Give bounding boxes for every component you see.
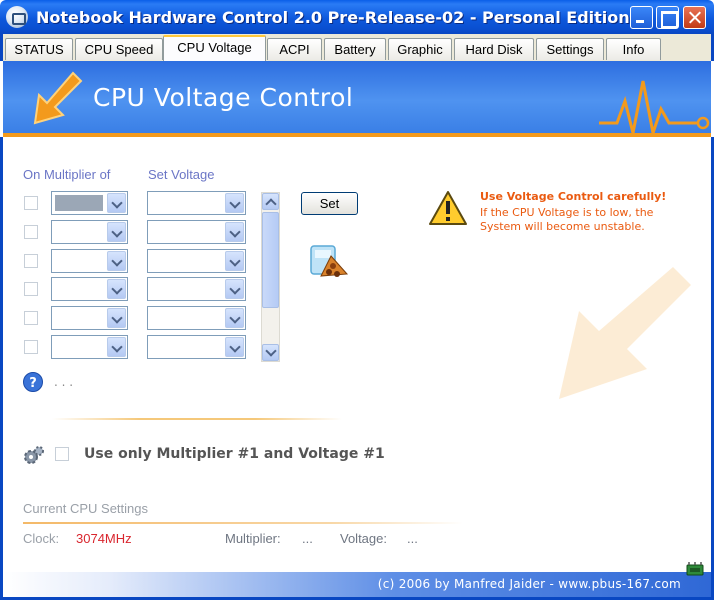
warning-triangle-icon [429, 191, 467, 225]
voltage-select[interactable] [147, 220, 246, 244]
voltage-select[interactable] [147, 306, 246, 330]
arrow-icon [33, 71, 83, 125]
close-button[interactable] [683, 6, 706, 29]
multiplier-label: Multiplier: [225, 531, 281, 546]
multiplier-header: On Multiplier of [23, 167, 111, 182]
tab-cpu-speed[interactable]: CPU Speed [75, 38, 163, 60]
voltage-select[interactable] [147, 191, 246, 215]
multiplier-select[interactable] [51, 335, 128, 359]
chevron-down-icon[interactable] [225, 308, 244, 328]
current-settings-divider [23, 522, 463, 524]
watermark-arrow-graphic [559, 267, 691, 399]
chevron-down-icon[interactable] [225, 193, 244, 213]
multiplier-select[interactable] [51, 220, 128, 244]
tab-bar: STATUS CPU Speed CPU Voltage ACPI Batter… [0, 34, 714, 61]
row-checkbox[interactable] [24, 225, 38, 239]
footer-bar: (c) 2006 by Manfred Jaider - www.pbus-16… [3, 572, 711, 597]
rows-scrollbar[interactable] [261, 192, 280, 362]
clock-value: 3074MHz [76, 531, 132, 546]
svg-text:?: ? [29, 376, 37, 391]
current-settings-label: Current CPU Settings [23, 501, 148, 516]
multiplier-select[interactable] [51, 249, 128, 273]
chevron-down-icon[interactable] [107, 251, 126, 271]
chevron-down-icon[interactable] [225, 279, 244, 299]
row-checkbox[interactable] [24, 282, 38, 296]
scroll-up-icon[interactable] [262, 193, 279, 210]
tab-hard-disk[interactable]: Hard Disk [454, 38, 534, 60]
voltage-select[interactable] [147, 249, 246, 273]
tab-acpi[interactable]: ACPI [267, 38, 322, 60]
scroll-thumb[interactable] [262, 212, 279, 308]
voltage-select[interactable] [147, 277, 246, 301]
row-checkbox[interactable] [24, 311, 38, 325]
banner-title: CPU Voltage Control [93, 83, 354, 112]
multiplier-value: ... [302, 531, 313, 546]
chevron-down-icon[interactable] [225, 222, 244, 242]
chevron-down-icon[interactable] [107, 222, 126, 242]
multiplier-select[interactable] [51, 306, 128, 330]
voltage-header: Set Voltage [148, 167, 215, 182]
voltage-module-icon [310, 245, 349, 277]
tab-status[interactable]: STATUS [5, 38, 73, 60]
maximize-button[interactable] [656, 6, 679, 29]
chevron-down-icon[interactable] [225, 337, 244, 357]
row-checkbox[interactable] [24, 254, 38, 268]
footer-credit: (c) 2006 by Manfred Jaider - www.pbus-16… [377, 577, 681, 591]
notebook-icon [6, 6, 28, 28]
chevron-down-icon[interactable] [107, 337, 126, 357]
scroll-down-icon[interactable] [262, 344, 279, 361]
selected-fill [55, 195, 103, 211]
tab-info[interactable]: Info [606, 38, 661, 60]
multiplier-select[interactable] [51, 277, 128, 301]
multiplier-select[interactable] [51, 191, 128, 215]
minimize-button[interactable] [630, 6, 653, 29]
set-button[interactable]: Set [301, 192, 358, 215]
tab-cpu-voltage[interactable]: CPU Voltage [163, 35, 266, 61]
title-bar: Notebook Hardware Control 2.0 Pre-Releas… [0, 0, 714, 34]
voltage-label: Voltage: [340, 531, 387, 546]
gear-icon [24, 446, 44, 464]
chevron-down-icon[interactable] [225, 251, 244, 271]
heartbeat-graphic [599, 80, 710, 133]
warning-title: Use Voltage Control carefully! [480, 190, 667, 203]
voltage-value: ... [407, 531, 418, 546]
tab-settings[interactable]: Settings [536, 38, 604, 60]
header-banner: CPU Voltage Control [3, 61, 711, 133]
only-first-label: Use only Multiplier #1 and Voltage #1 [84, 446, 385, 462]
row-checkbox[interactable] [24, 340, 38, 354]
chevron-down-icon[interactable] [107, 193, 126, 213]
help-dots: . . . [54, 375, 74, 389]
tab-battery[interactable]: Battery [324, 38, 386, 60]
clock-label: Clock: [23, 531, 60, 546]
voltage-select[interactable] [147, 335, 246, 359]
divider [52, 418, 342, 420]
window-title: Notebook Hardware Control 2.0 Pre-Releas… [36, 8, 630, 27]
chip-icon[interactable] [684, 561, 706, 579]
row-checkbox[interactable] [24, 196, 38, 210]
warning-text: If the CPU Voltage is to low, the System… [480, 206, 654, 233]
chevron-down-icon[interactable] [107, 279, 126, 299]
help-icon[interactable]: ? [22, 371, 44, 393]
tab-graphic[interactable]: Graphic [388, 38, 452, 60]
chevron-down-icon[interactable] [107, 308, 126, 328]
only-first-checkbox[interactable] [55, 447, 69, 461]
